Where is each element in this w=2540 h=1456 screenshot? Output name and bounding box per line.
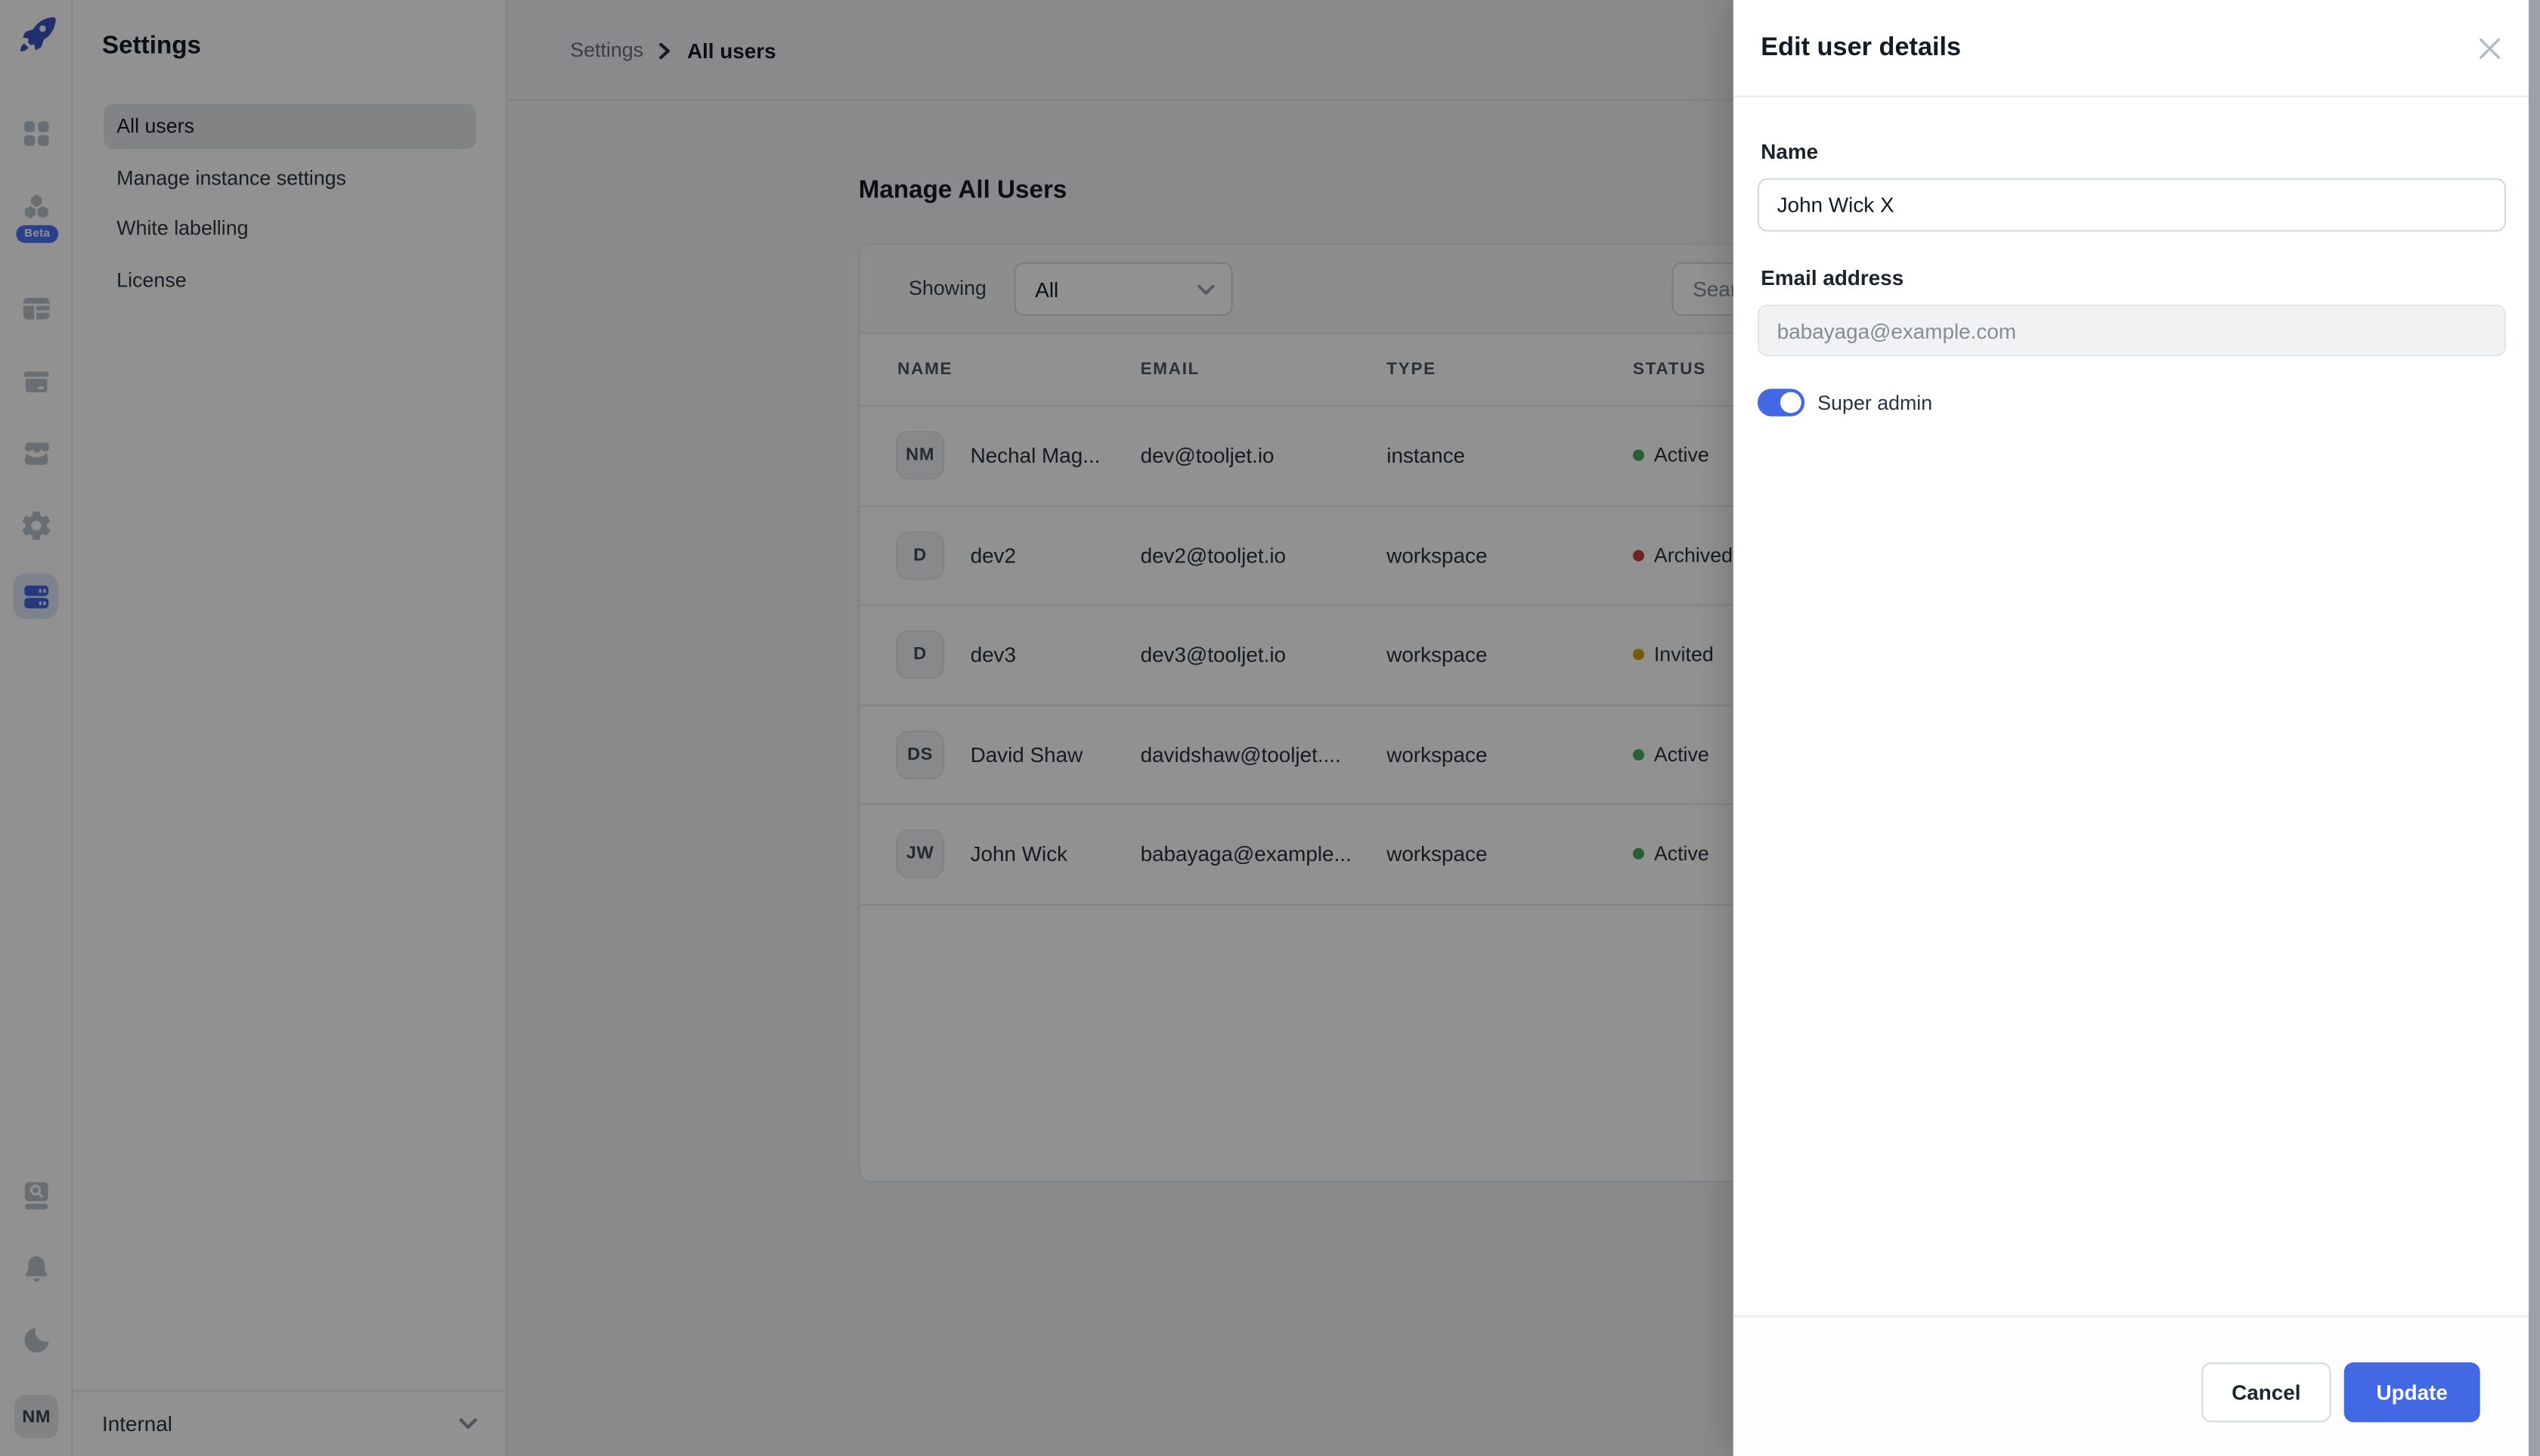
super-admin-label: Super admin [1817,391,1933,414]
toggle-knob [1780,392,1801,414]
close-icon[interactable] [2475,33,2504,63]
cancel-button[interactable]: Cancel [2201,1362,2331,1423]
name-input[interactable] [1758,178,2506,232]
drawer-footer: Cancel Update [1733,1315,2540,1456]
edit-user-drawer: Edit user details Name Email address Sup… [1733,0,2540,1456]
drawer-title: Edit user details [1761,33,1962,61]
drawer-header: Edit user details [1733,0,2540,98]
name-field-label: Name [1761,139,1819,164]
drawer-actions: Cancel Update [2201,1362,2480,1423]
email-input [1758,304,2506,357]
drawer-body: Name Email address Super admin [1758,98,2506,417]
super-admin-row: Super admin [1758,389,2506,417]
app-window: Beta NM Settings All users Manage instanc… [0,0,2540,1456]
email-field-label: Email address [1761,265,1904,290]
update-button[interactable]: Update [2343,1362,2480,1423]
super-admin-toggle[interactable] [1758,389,1805,417]
vertical-scrollbar[interactable] [2529,0,2540,1456]
